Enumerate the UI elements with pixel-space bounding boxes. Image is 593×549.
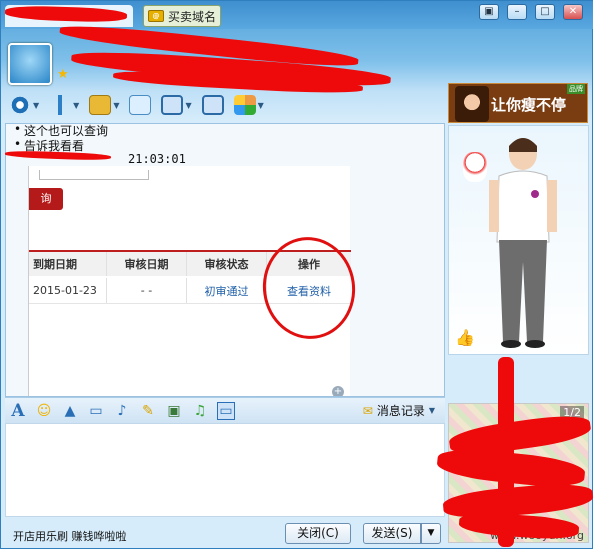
chat-history[interactable]: • 这个也可以查询 • 告诉我看看 21:03:01 询 到期日期 审核日期 审…: [5, 123, 445, 397]
minimize-icon[interactable]: –: [507, 4, 527, 20]
history-label: 消息记录: [376, 404, 425, 418]
bullet: •: [14, 123, 22, 136]
video-clip-icon[interactable]: ▭: [87, 402, 105, 420]
video-icon: [9, 95, 31, 115]
ad-image: [455, 86, 489, 122]
message-history-button[interactable]: ✉ 消息记录 ▼: [363, 402, 435, 419]
header-expire: 到期日期: [29, 252, 107, 276]
voice-button[interactable]: ▼: [49, 95, 79, 115]
screen-share-icon: [201, 95, 224, 115]
avatar[interactable]: [8, 43, 52, 85]
header-review-date: 审核日期: [107, 252, 187, 276]
main-toolbar: ▼ ▼ ▼ ▼ ▼: [1, 91, 446, 119]
sms-icon: [129, 95, 152, 115]
history-icon: ✉: [362, 403, 373, 418]
send-options-button[interactable]: ▼: [421, 523, 441, 544]
cell-review-date: - -: [107, 278, 187, 303]
video-button[interactable]: ▼: [9, 95, 39, 115]
chevron-down-icon: ▼: [185, 100, 192, 110]
voice-icon: [49, 95, 72, 115]
tab-label: 买卖域名: [168, 9, 217, 24]
shake-icon[interactable]: ▲: [61, 402, 79, 420]
close-button[interactable]: 关闭(C): [285, 523, 351, 544]
image-icon[interactable]: ▣: [165, 402, 183, 420]
chevron-down-icon: ▼: [257, 100, 264, 110]
apps-icon: [233, 95, 256, 115]
ad-tag: 品牌: [567, 84, 585, 94]
chat-window: @ 买卖域名 ▣ – □ ✕ ★ ▼ ▼ ▼ ▼ ▼ 让你瘦不停 品牌 • 这个…: [0, 0, 593, 549]
star-icon: ★: [57, 67, 69, 82]
close-icon[interactable]: ✕: [563, 4, 583, 20]
font-icon[interactable]: A: [9, 401, 27, 421]
restore-icon[interactable]: ▣: [479, 4, 499, 20]
cell-expire: 2015-01-23: [29, 278, 107, 303]
chevron-down-icon: ▼: [33, 100, 40, 110]
apps-button[interactable]: ▼: [233, 95, 264, 115]
query-button: 询: [29, 188, 63, 210]
bullet: •: [14, 137, 22, 151]
music-icon[interactable]: ♫: [191, 402, 209, 420]
tab-buy-sell-domain[interactable]: @ 买卖域名: [143, 5, 221, 27]
domain-icon: @: [148, 10, 164, 22]
like-icon[interactable]: 👍: [455, 328, 475, 347]
emoji-icon[interactable]: ☺: [35, 402, 53, 420]
chevron-down-icon: ▼: [73, 100, 80, 110]
chevron-down-icon: ▼: [113, 100, 120, 110]
input-toolbar: A ☺ ▲ ▭ ♪ ✎ ▣ ♫ ▭ ✉ 消息记录 ▼: [5, 397, 445, 423]
ad-banner[interactable]: 让你瘦不停 品牌: [448, 83, 588, 123]
remote-desktop-button[interactable]: ▼: [161, 95, 192, 115]
maximize-icon[interactable]: □: [535, 4, 555, 20]
footer-bar: 开店用乐刷 赚钱哗啦啦 关闭(C) 发送(S) ▼: [5, 519, 445, 545]
ad-text: 让你瘦不停: [491, 96, 567, 114]
message-time: 21:03:01: [128, 152, 186, 166]
file-transfer-button[interactable]: ▼: [89, 95, 119, 115]
message-input[interactable]: [5, 423, 445, 517]
search-input: [39, 170, 149, 180]
promo-link[interactable]: 开店用乐刷 赚钱哗啦啦: [13, 528, 127, 544]
chevron-down-icon: ▼: [428, 406, 435, 415]
expand-icon[interactable]: +: [332, 386, 344, 396]
screen-share-button[interactable]: [201, 95, 224, 115]
avatar-show-panel[interactable]: 👍: [448, 125, 589, 355]
screenshot-icon[interactable]: ▭: [217, 401, 235, 420]
file-transfer-icon: [89, 95, 112, 115]
sticky-note-icon[interactable]: ✎: [139, 402, 157, 420]
cell-review-status: 初审通过: [187, 278, 267, 303]
send-button[interactable]: 发送(S): [363, 523, 421, 544]
sms-button[interactable]: [129, 95, 152, 115]
character-figure: [489, 138, 557, 348]
voice-message-icon[interactable]: ♪: [113, 402, 131, 420]
remote-desktop-icon: [161, 95, 184, 115]
header-review-status: 审核状态: [187, 252, 267, 276]
